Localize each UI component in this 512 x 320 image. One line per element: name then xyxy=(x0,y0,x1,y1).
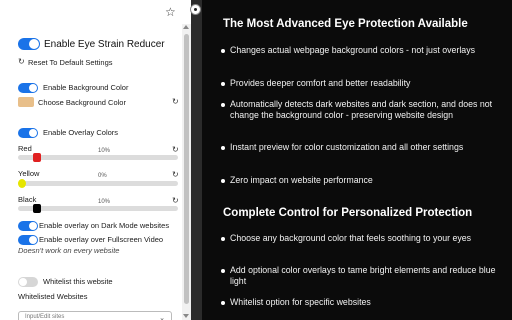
browser-side-edge xyxy=(191,0,202,320)
slider-handle-yellow[interactable] xyxy=(18,179,26,188)
extension-popup: ☆ Enable Eye Strain Reducer ↻ Reset To D… xyxy=(0,0,191,320)
reset-icon[interactable]: ↻ xyxy=(172,170,179,180)
enable-title: Enable Eye Strain Reducer xyxy=(44,39,165,50)
fullscreen-note: Doesn't work on every website xyxy=(18,246,120,255)
section-heading-eye-protection: The Most Advanced Eye Protection Availab… xyxy=(223,18,468,30)
background-color-swatch[interactable] xyxy=(18,97,34,107)
list-item-text: Instant preview for color customization … xyxy=(230,142,464,152)
browser-toolbar: ☆ xyxy=(0,0,191,24)
chevron-down-icon: ⌄ xyxy=(159,315,165,320)
fullscreen-overlay-label: Enable overlay over Fullscreen Video xyxy=(39,235,164,244)
whitelisted-websites-title: Whitelisted Websites xyxy=(18,292,88,301)
bullet-dot xyxy=(221,179,225,183)
popup-scrollbar[interactable] xyxy=(182,24,191,320)
list-item: Add optional color overlays to tame brig… xyxy=(221,265,502,288)
bullet-dot xyxy=(221,301,225,305)
list-item-text: Add optional color overlays to tame brig… xyxy=(230,265,496,287)
dark-mode-overlay-label: Enable overlay on Dark Mode websites xyxy=(39,221,170,230)
dark-mode-overlay-toggle[interactable] xyxy=(18,221,38,231)
list-item-text: Automatically detects dark websites and … xyxy=(230,99,493,121)
bullet-dot xyxy=(221,146,225,150)
list-item: Choose any background color that feels s… xyxy=(221,233,502,244)
star-icon[interactable]: ☆ xyxy=(165,4,176,20)
list-item-text: Choose any background color that feels s… xyxy=(230,233,472,243)
slider-handle-black[interactable] xyxy=(33,204,42,213)
overlay-colors-toggle[interactable] xyxy=(18,128,38,138)
fullscreen-overlay-toggle[interactable] xyxy=(18,235,38,245)
list-item: Changes actual webpage background colors… xyxy=(221,45,502,56)
slider-value-yellow: 0% xyxy=(98,173,107,179)
slider-handle-red[interactable] xyxy=(33,153,42,162)
feature-description-panel: The Most Advanced Eye Protection Availab… xyxy=(202,0,512,320)
scroll-down-arrow-icon[interactable] xyxy=(183,314,189,318)
scroll-up-arrow-icon[interactable] xyxy=(183,25,189,29)
list-item: Zero impact on website performance xyxy=(221,175,502,186)
background-color-label: Enable Background Color xyxy=(43,83,129,92)
section-heading-complete-control: Complete Control for Personalized Protec… xyxy=(223,207,473,219)
bullet-dot xyxy=(221,49,225,53)
reset-settings-link[interactable]: Reset To Default Settings xyxy=(28,58,113,68)
whitelist-input[interactable]: Input/Edit sites ⌄ xyxy=(18,311,172,320)
list-item-text: Provides deeper comfort and better reada… xyxy=(230,78,411,88)
choose-background-label: Choose Background Color xyxy=(38,98,126,107)
reset-icon[interactable]: ↻ xyxy=(172,196,179,206)
bullet-dot xyxy=(221,237,225,241)
bullet-dot xyxy=(221,82,225,86)
slider-track-black[interactable] xyxy=(18,206,178,211)
list-item: Whitelist option for specific websites xyxy=(221,297,502,308)
whitelist-input-placeholder: Input/Edit sites xyxy=(25,314,65,320)
slider-track-red[interactable] xyxy=(18,155,178,160)
whitelist-label: Whitelist this website xyxy=(43,277,113,286)
reset-icon[interactable]: ↻ xyxy=(172,145,179,155)
list-item-text: Whitelist option for specific websites xyxy=(230,297,371,307)
bullet-dot xyxy=(221,103,225,107)
list-item-text: Zero impact on website performance xyxy=(230,175,373,185)
bullet-dot xyxy=(221,269,225,273)
background-color-toggle[interactable] xyxy=(18,83,38,93)
whitelist-toggle[interactable] xyxy=(18,277,38,287)
extension-icon[interactable] xyxy=(190,4,201,15)
reset-icon[interactable]: ↻ xyxy=(18,57,25,67)
enable-toggle[interactable] xyxy=(18,38,40,50)
list-item: Automatically detects dark websites and … xyxy=(221,99,502,122)
overlay-colors-label: Enable Overlay Colors xyxy=(43,128,119,137)
slider-label-red: Red xyxy=(18,144,32,153)
list-item: Instant preview for color customization … xyxy=(221,142,502,153)
reset-icon[interactable]: ↻ xyxy=(172,97,179,107)
scrollbar-thumb[interactable] xyxy=(184,34,189,304)
list-item-text: Changes actual webpage background colors… xyxy=(230,45,475,55)
slider-label-yellow: Yellow xyxy=(18,169,40,178)
slider-track-yellow[interactable] xyxy=(18,181,178,186)
list-item: Provides deeper comfort and better reada… xyxy=(221,78,502,89)
